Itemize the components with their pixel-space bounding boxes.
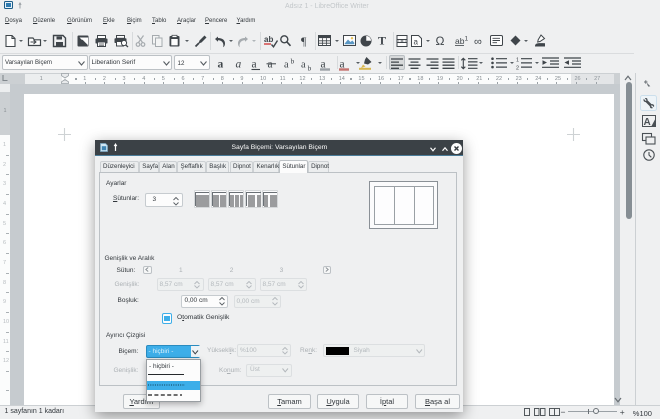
svg-text:Ω: Ω [436,34,445,48]
svg-text:A: A [644,117,651,128]
svg-text:T: T [378,34,386,48]
svg-text:1: 1 [516,58,519,64]
svg-text:a: a [218,58,224,70]
svg-text:a: a [414,38,419,47]
svg-text:∞: ∞ [474,36,482,48]
svg-text:a: a [235,58,241,70]
svg-text:¶: ¶ [301,34,307,48]
svg-text:b: b [308,63,312,72]
svg-text:a: a [284,59,289,70]
svg-text:ab: ab [455,36,465,46]
svg-text:a: a [268,58,273,70]
svg-text:a: a [251,58,256,70]
svg-text:ab: ab [264,35,273,44]
svg-text:2: 2 [516,66,519,72]
svg-text:b: b [291,56,295,65]
svg-text:1: 1 [465,36,469,43]
svg-text:a: a [301,59,306,70]
